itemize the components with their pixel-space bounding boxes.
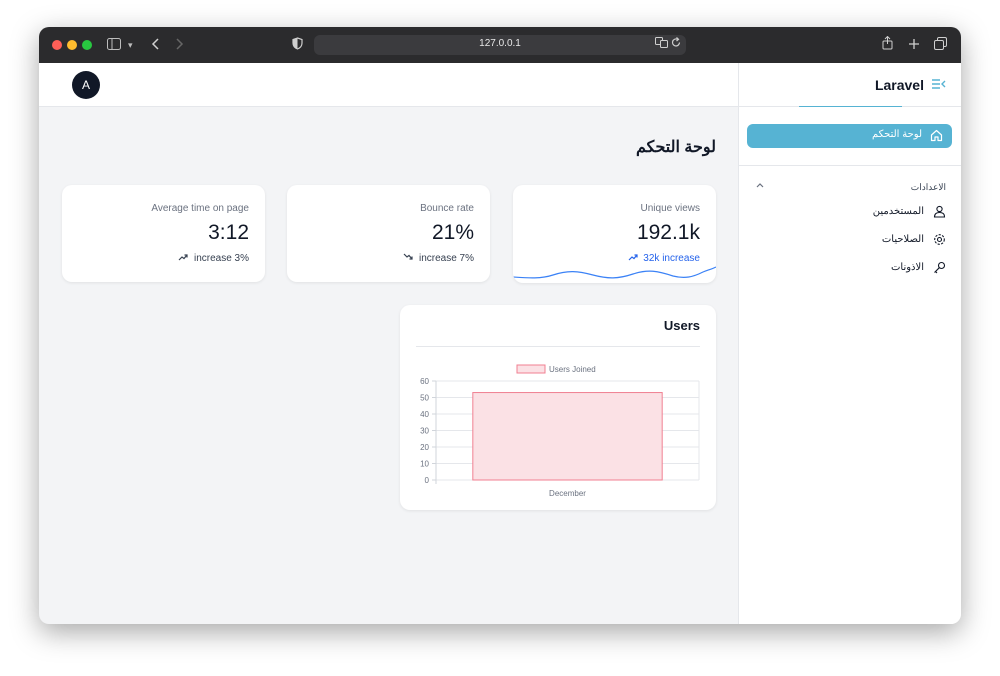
zoom-window-button[interactable] [82, 40, 92, 50]
sidebar-item-label: الصلاحيات [881, 234, 924, 245]
stat-card-average-time: Average time on page 3:12 increase 3% [62, 185, 265, 282]
address-bar[interactable]: 127.0.0.1 [314, 35, 686, 55]
y-tick-label: 0 [425, 476, 430, 485]
settings-section-label[interactable]: الاعدادات [911, 182, 946, 193]
sidebar-item-label: المستخدمين [872, 206, 924, 217]
legend-swatch [516, 364, 546, 374]
brand-divider-accent [799, 106, 902, 107]
trend-down-icon [403, 253, 416, 264]
sidebar-item-permissions[interactable]: الاذونات [739, 259, 961, 279]
chevron-down-icon[interactable]: ▾ [128, 36, 133, 54]
stat-card-bounce-rate: Bounce rate 21% increase 7% [287, 185, 490, 282]
sparkline [513, 266, 716, 279]
avatar[interactable]: A [72, 71, 100, 99]
y-tick-label: 10 [420, 460, 429, 469]
share-icon[interactable] [882, 35, 893, 54]
stat-label: Bounce rate [420, 203, 474, 214]
chevron-up-icon[interactable] [756, 180, 764, 190]
stat-value: 21% [431, 221, 474, 244]
stat-label: Average time on page [151, 203, 249, 214]
url-text: 127.0.0.1 [479, 38, 521, 49]
users-icon [933, 205, 946, 223]
y-tick-label: 20 [420, 443, 429, 452]
close-window-button[interactable] [52, 40, 62, 50]
browser-window: ▾ 127.0.0.1 A Laravel لوحة التحكم الاعدا… [39, 27, 961, 624]
tabs-icon[interactable] [934, 36, 947, 54]
legend-label: Users Joined [549, 365, 596, 374]
stat-label: Unique views [640, 203, 700, 214]
stat-value: 192.1k [636, 221, 700, 244]
y-tick-label: 50 [420, 394, 429, 403]
gear-icon [933, 233, 946, 251]
sidebar-item-roles[interactable]: الصلاحيات [739, 231, 961, 251]
sidebar-item-label: لوحة التحكم [871, 129, 922, 140]
stat-card-unique-views: Unique views 192.1k 32k increase [513, 185, 716, 283]
trend-up-icon [178, 253, 191, 264]
stat-trend: increase 7% [403, 253, 474, 264]
translate-icon[interactable] [655, 37, 668, 51]
minimize-window-button[interactable] [67, 40, 77, 50]
top-header: A [39, 63, 738, 107]
y-tick-label: 40 [420, 410, 429, 419]
sidebar-item-label: الاذونات [890, 262, 924, 273]
sidebar-divider [739, 165, 961, 166]
y-tick-label: 30 [420, 427, 429, 436]
home-icon [930, 129, 943, 147]
page-title: لوحة التحكم [635, 139, 716, 156]
shield-icon[interactable] [292, 36, 303, 54]
key-icon [933, 261, 946, 279]
y-tick-label: 60 [420, 377, 429, 386]
browser-titlebar: ▾ 127.0.0.1 [39, 27, 961, 63]
stat-trend-text: increase 7% [418, 253, 474, 264]
stat-trend: increase 3% [178, 253, 249, 264]
sidebar-item-users[interactable]: المستخدمين [739, 203, 961, 223]
menu-collapse-icon[interactable] [932, 77, 946, 95]
back-icon[interactable] [151, 36, 159, 54]
sidebar: Laravel لوحة التحكم الاعدادات المستخدمين… [738, 63, 961, 624]
reload-icon[interactable] [671, 37, 681, 51]
sidebar-icon[interactable] [107, 36, 121, 54]
stat-trend-text: increase 3% [193, 253, 249, 264]
stat-value: 3:12 [208, 221, 249, 244]
bar [472, 392, 663, 481]
users-bar-chart: Users Joined 0 10 20 30 40 50 60 December [420, 364, 700, 498]
x-tick-label: December [549, 489, 586, 498]
plus-icon[interactable] [908, 36, 920, 54]
brand-name[interactable]: Laravel [875, 77, 924, 93]
forward-icon[interactable] [176, 36, 184, 54]
sidebar-item-dashboard[interactable]: لوحة التحكم [747, 124, 952, 148]
users-chart-card: Users Users Joined 0 10 20 30 40 50 60 December [400, 305, 716, 510]
